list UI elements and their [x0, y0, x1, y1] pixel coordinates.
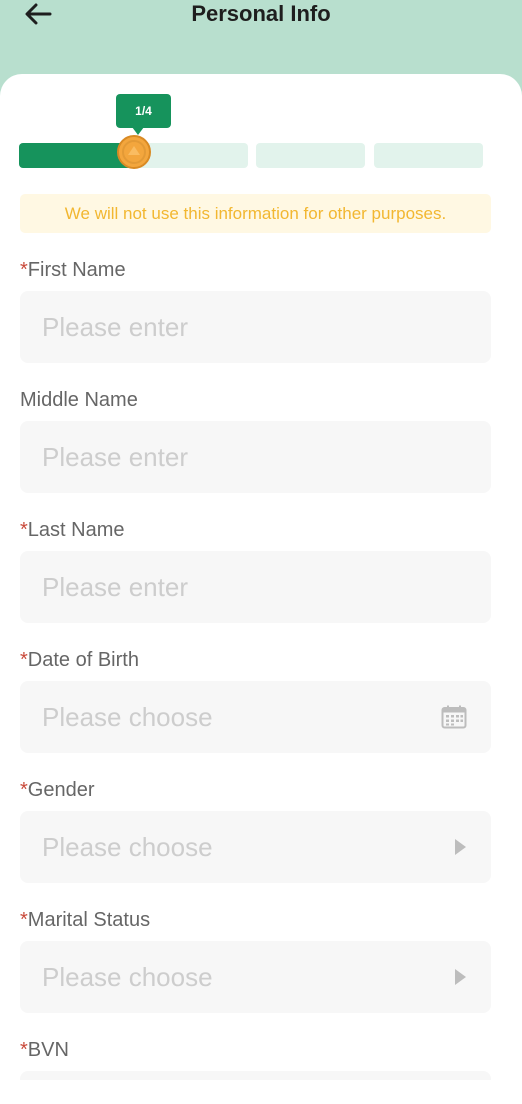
marital-status-select[interactable]: Please choose	[20, 941, 491, 1013]
privacy-notice: We will not use this information for oth…	[20, 194, 491, 233]
date-of-birth-picker[interactable]: Please choose	[20, 681, 491, 753]
gender-select[interactable]: Please choose	[20, 811, 491, 883]
triangle-right-icon	[453, 968, 467, 986]
bvn-label: *BVN	[20, 1039, 69, 1061]
header-bar: Personal Info	[0, 0, 522, 75]
marital-status-placeholder: Please choose	[42, 961, 213, 992]
last-name-input[interactable]	[42, 571, 462, 603]
bvn-field[interactable]	[20, 1071, 491, 1080]
first-name-input[interactable]	[42, 311, 462, 343]
calendar-icon[interactable]	[441, 705, 467, 729]
progress-segment-3	[374, 143, 483, 168]
middle-name-input[interactable]	[42, 441, 462, 473]
required-mark: *	[20, 649, 28, 671]
required-mark: *	[20, 909, 28, 931]
date-of-birth-placeholder: Please choose	[42, 701, 213, 732]
gender-placeholder: Please choose	[42, 831, 213, 862]
marital-status-label: *Marital Status	[20, 909, 151, 931]
required-mark: *	[20, 1039, 28, 1061]
middle-name-label: Middle Name	[20, 389, 138, 411]
progress-segment-2	[256, 143, 365, 168]
required-mark: *	[20, 519, 28, 541]
first-name-label: *First Name	[20, 259, 126, 281]
last-name-field[interactable]	[20, 551, 491, 623]
step-badge: 1/4	[116, 94, 171, 135]
gender-label: *Gender	[20, 779, 95, 801]
page-title: Personal Info	[191, 1, 331, 26]
last-name-label: *Last Name	[20, 519, 125, 541]
required-mark: *	[20, 259, 28, 281]
required-mark: *	[20, 779, 28, 801]
first-name-field[interactable]	[20, 291, 491, 363]
step-progress: 1/4	[19, 94, 483, 174]
progress-coin-icon	[117, 135, 151, 169]
middle-name-field[interactable]	[20, 421, 491, 493]
triangle-right-icon	[453, 838, 467, 856]
date-of-birth-label: *Date of Birth	[20, 649, 139, 671]
